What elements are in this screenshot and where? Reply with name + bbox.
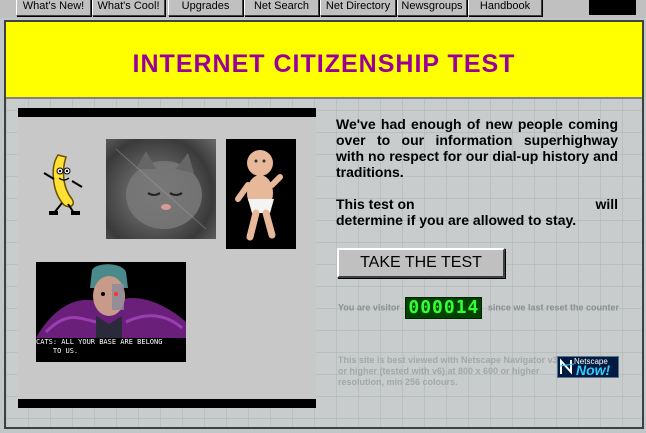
anime-character-image: CATS: ALL YOUR BASE ARE BELONG TO US.	[36, 262, 186, 362]
netscape-badge-now: Now!	[576, 362, 611, 378]
page-content-frame: INTERNET CITIZENSHIP TEST CATS: ALL YOUR…	[4, 20, 644, 429]
netscape-n-icon	[559, 358, 575, 375]
navigation-toolbar: What's New! What's Cool! Upgrades Net Se…	[0, 0, 646, 18]
anime-caption: CATS: ALL YOUR BASE ARE BELONG TO US.	[36, 338, 186, 356]
dancing-banana-image	[40, 147, 90, 217]
intro-paragraph-2: This test on will determine if you are a…	[336, 196, 618, 228]
intro-paragraph-1: We've had enough of new people coming ov…	[336, 116, 618, 180]
visitor-suffix: since we last reset the counter	[487, 302, 619, 313]
dancing-baby-image	[226, 139, 296, 249]
title-banner: INTERNET CITIZENSHIP TEST	[6, 22, 642, 99]
intro-text: We've had enough of new people coming ov…	[336, 116, 618, 228]
whats-cool-button[interactable]: What's Cool!	[92, 0, 165, 16]
anime-caption-line1: CATS: ALL YOUR BASE ARE BELONG	[36, 338, 163, 346]
net-search-button[interactable]: Net Search	[244, 0, 319, 16]
meme-collage: CATS: ALL YOUR BASE ARE BELONG TO US.	[18, 108, 316, 408]
hit-counter: 000014	[405, 297, 483, 319]
intro-paragraph-2-start: This test on	[336, 196, 415, 212]
intro-paragraph-2-end: determine if you are allowed to stay.	[336, 212, 577, 228]
page-title: INTERNET CITIZENSHIP TEST	[132, 50, 516, 78]
netscape-now-badge[interactable]: Netscape Now!	[557, 356, 619, 378]
best-viewed-notice: This site is best viewed with Netscape N…	[338, 355, 558, 387]
browser-logo[interactable]	[589, 0, 636, 15]
visitor-prefix: You are visitor	[338, 302, 400, 313]
newsgroups-button[interactable]: Newsgroups	[397, 0, 467, 16]
kitten-image	[106, 139, 216, 239]
anime-caption-line2: TO US.	[52, 347, 79, 355]
visitor-counter-row: You are visitor 000014 since we last res…	[338, 297, 620, 319]
take-the-test-button[interactable]: TAKE THE TEST	[337, 248, 505, 278]
hit-counter-digits: 000014	[408, 297, 480, 318]
upgrades-button[interactable]: Upgrades	[168, 0, 243, 16]
intro-paragraph-2-mid: will	[595, 196, 618, 212]
net-directory-button[interactable]: Net Directory	[320, 0, 396, 16]
whats-new-button[interactable]: What's New!	[16, 0, 91, 16]
handbook-button[interactable]: Handbook	[468, 0, 542, 16]
